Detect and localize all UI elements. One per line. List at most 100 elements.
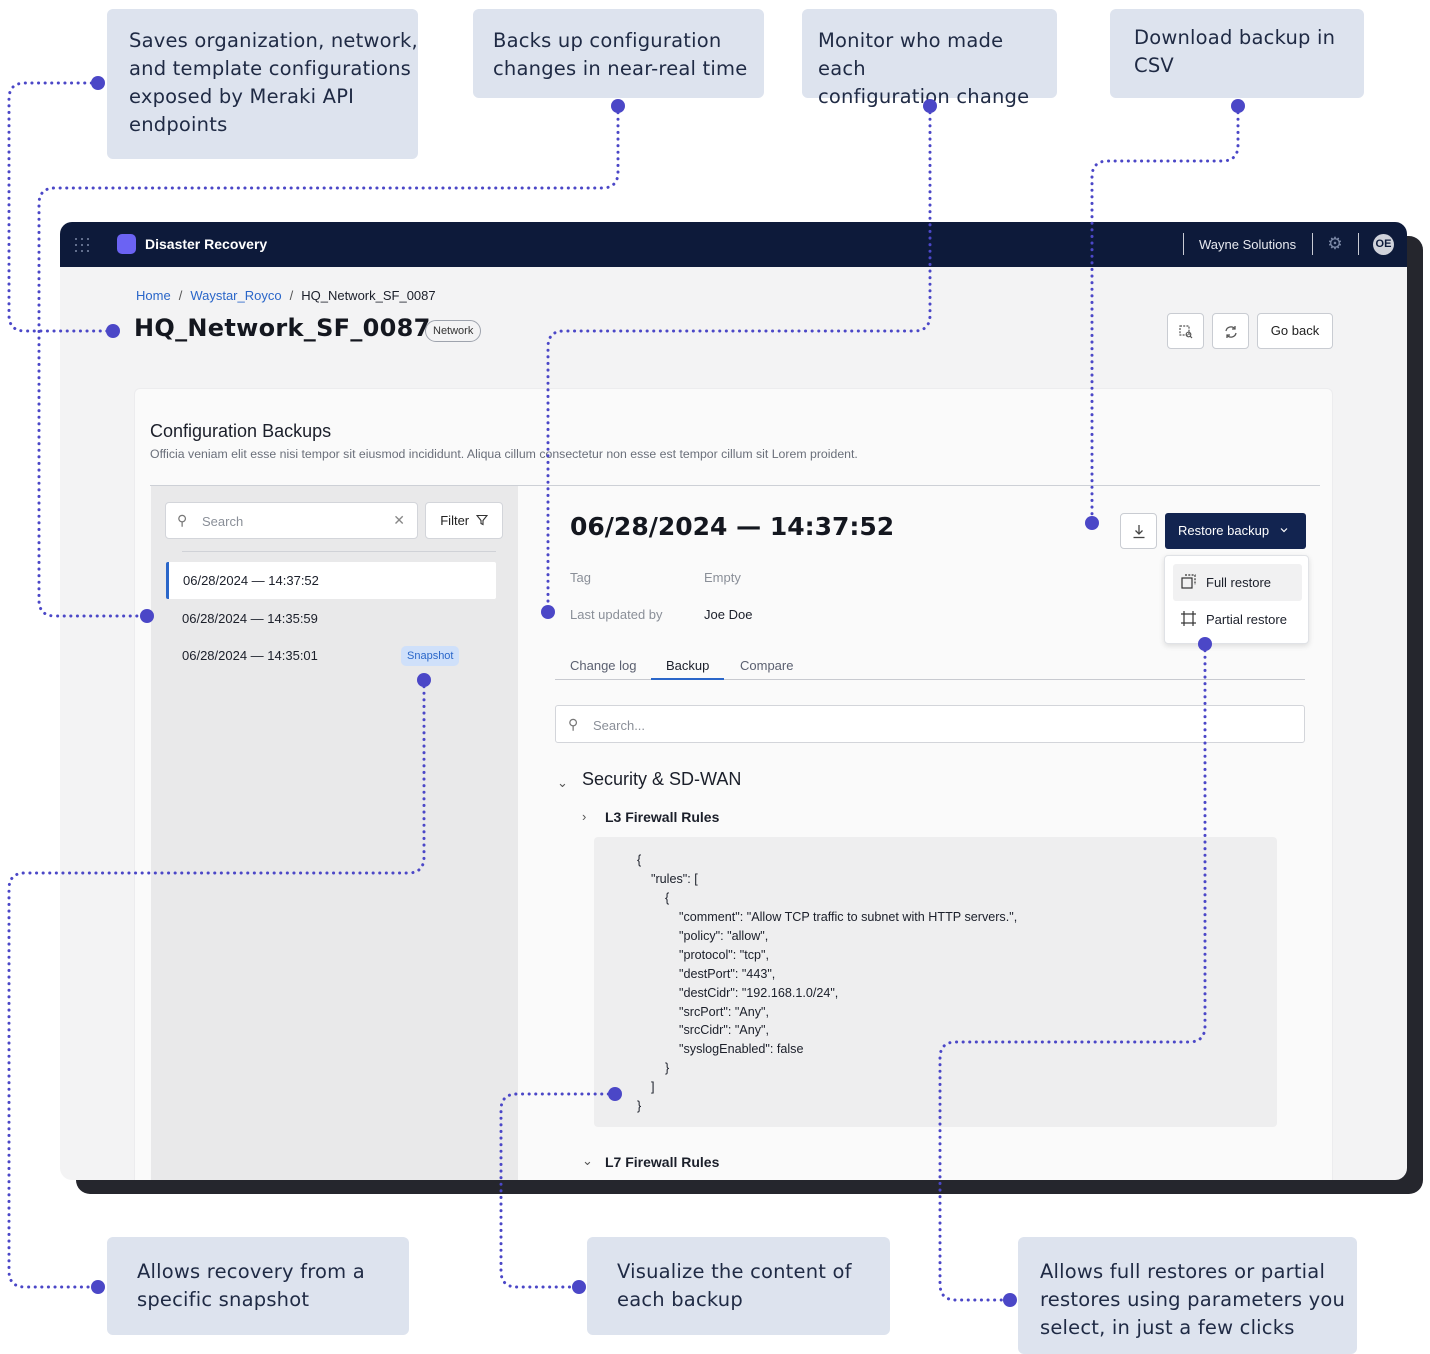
code-line: "policy": "allow", bbox=[679, 929, 769, 943]
code-line: ] bbox=[651, 1080, 655, 1094]
callout-text: Monitor who made each bbox=[818, 29, 1004, 80]
callout-download-csv: Download backup in CSV bbox=[1110, 9, 1364, 98]
divider bbox=[1312, 233, 1313, 255]
network-badge: Network bbox=[425, 320, 482, 342]
full-restore-menu-item[interactable]: Full restore bbox=[1173, 564, 1302, 601]
last-updated-value: Joe Doe bbox=[704, 607, 753, 622]
partial-restore-menu-item[interactable]: Partial restore bbox=[1173, 601, 1302, 638]
callout-text: select, in just a few clicks bbox=[1040, 1316, 1295, 1339]
chevron-down-icon[interactable]: ⌄ bbox=[582, 1153, 593, 1169]
chevron-right-icon[interactable]: › bbox=[582, 809, 586, 824]
inspect-button[interactable] bbox=[1167, 313, 1204, 349]
l3-firewall-rules-title[interactable]: L3 Firewall Rules bbox=[605, 809, 719, 825]
code-line: { bbox=[665, 891, 670, 905]
chevron-down-icon[interactable]: ⌄ bbox=[557, 775, 568, 791]
callout-text: configuration change bbox=[818, 85, 1030, 108]
callout-visualize-backup: Visualize the content of each backup bbox=[587, 1237, 890, 1335]
organization-switcher[interactable]: Wayne Solutions bbox=[1199, 237, 1296, 252]
connector-dot bbox=[572, 1280, 586, 1294]
restore-backup-button[interactable]: Restore backup bbox=[1165, 513, 1306, 549]
top-bar: Disaster Recovery Wayne Solutions ⚙ OE bbox=[60, 222, 1407, 267]
callout-near-real-time: Backs up configuration changes in near-r… bbox=[473, 9, 764, 98]
code-line: "destCidr": "192.168.1.0/24", bbox=[679, 986, 839, 1000]
callout-text: Saves organization, network, bbox=[129, 29, 418, 52]
connector-dot bbox=[1003, 1293, 1017, 1307]
download-icon bbox=[1133, 524, 1144, 538]
callout-text: restores using parameters you bbox=[1040, 1288, 1346, 1311]
tab-compare[interactable]: Compare bbox=[740, 658, 793, 673]
code-line: "protocol": "tcp", bbox=[679, 948, 769, 962]
connector-dot bbox=[1231, 99, 1245, 113]
app-window: Disaster Recovery Wayne Solutions ⚙ OE H… bbox=[60, 222, 1407, 1180]
avatar[interactable]: OE bbox=[1373, 234, 1394, 255]
code-line: "srcCidr": "Any", bbox=[679, 1023, 769, 1037]
inspect-icon bbox=[1178, 325, 1192, 339]
divider bbox=[1358, 233, 1359, 255]
callout-text: Allows recovery from a bbox=[137, 1260, 365, 1283]
callout-text: Allows full restores or partial bbox=[1040, 1260, 1326, 1283]
refresh-icon bbox=[1224, 326, 1237, 339]
restore-dropdown-menu: Full restore Partial restore bbox=[1164, 555, 1309, 644]
download-button[interactable] bbox=[1120, 513, 1157, 549]
backup-search-input[interactable]: ⚲ Search ✕ bbox=[165, 502, 418, 539]
full-restore-label: Full restore bbox=[1206, 575, 1272, 590]
restore-label: Restore backup bbox=[1178, 523, 1270, 538]
backup-title: 06/28/2024 — 14:37:52 bbox=[570, 512, 895, 541]
backup-list-panel: ⚲ Search ✕ Filter 06/28/2024 — 14:37:52 … bbox=[151, 486, 518, 1180]
list-item[interactable]: 06/28/2024 — 14:35:59 bbox=[166, 600, 496, 637]
callout-text: changes in near-real time bbox=[493, 57, 748, 80]
callout-text: CSV bbox=[1134, 54, 1174, 77]
breadcrumb: Home / Waystar_Royco / HQ_Network_SF_0087 bbox=[136, 288, 436, 303]
breadcrumb-org[interactable]: Waystar_Royco bbox=[190, 288, 281, 303]
callout-text: Download backup in bbox=[1134, 26, 1336, 49]
search-placeholder: Search... bbox=[593, 718, 646, 733]
snapshot-badge: Snapshot bbox=[401, 646, 460, 666]
callout-text: and template configurations bbox=[129, 57, 412, 80]
configuration-backups-card: Configuration Backups Officia veniam eli… bbox=[134, 388, 1333, 1180]
filter-button[interactable]: Filter bbox=[425, 502, 503, 539]
filter-label: Filter bbox=[440, 513, 470, 528]
divider bbox=[1183, 233, 1184, 255]
callout-snapshot-recovery: Allows recovery from a specific snapshot bbox=[107, 1237, 409, 1335]
tab-change-log[interactable]: Change log bbox=[570, 658, 637, 673]
search-icon: ⚲ bbox=[177, 512, 188, 528]
list-item[interactable]: 06/28/2024 — 14:37:52 bbox=[166, 562, 496, 599]
callout-text: specific snapshot bbox=[137, 1288, 310, 1311]
filter-icon bbox=[475, 514, 488, 526]
tag-value: Empty bbox=[704, 570, 741, 585]
callout-text: exposed by Meraki API bbox=[129, 85, 355, 108]
callout-saves-configurations: Saves organization, network, and templat… bbox=[107, 9, 418, 159]
callout-text: endpoints bbox=[129, 113, 228, 136]
connector-dot bbox=[91, 1280, 105, 1294]
card-description: Officia veniam elit esse nisi tempor sit… bbox=[150, 447, 858, 461]
l7-firewall-rules-title[interactable]: L7 Firewall Rules bbox=[605, 1154, 719, 1170]
partial-restore-label: Partial restore bbox=[1206, 612, 1287, 627]
callout-monitor-changes: Monitor who made each configuration chan… bbox=[802, 9, 1057, 108]
tab-backup[interactable]: Backup bbox=[666, 658, 709, 673]
section-title[interactable]: Security & SD-WAN bbox=[582, 769, 741, 790]
code-line: "destPort": "443", bbox=[679, 967, 776, 981]
backup-content-search-input[interactable]: ⚲ Search... bbox=[555, 705, 1305, 743]
callout-text: Backs up configuration bbox=[493, 29, 722, 52]
code-line: "rules": [ bbox=[651, 872, 698, 886]
apps-grid-icon[interactable] bbox=[74, 237, 90, 253]
code-line: { bbox=[637, 853, 642, 867]
search-placeholder: Search bbox=[202, 514, 244, 529]
breadcrumb-home[interactable]: Home bbox=[136, 288, 171, 303]
page-title: HQ_Network_SF_0087 bbox=[134, 314, 431, 342]
breadcrumb-separator: / bbox=[178, 288, 183, 303]
partial-restore-icon bbox=[1181, 611, 1196, 626]
clear-icon[interactable]: ✕ bbox=[393, 512, 405, 529]
go-back-button[interactable]: Go back bbox=[1257, 313, 1333, 349]
chevron-down-icon bbox=[1280, 528, 1288, 533]
active-tab-indicator bbox=[651, 678, 724, 680]
full-restore-icon bbox=[1181, 574, 1196, 589]
gear-icon[interactable]: ⚙ bbox=[1326, 235, 1344, 253]
connector-dot bbox=[91, 76, 105, 90]
code-line: } bbox=[665, 1061, 670, 1075]
code-line: "srcPort": "Any", bbox=[679, 1005, 769, 1019]
code-line: } bbox=[637, 1099, 642, 1113]
code-block: { "rules": [ { "comment": "Allow TCP tra… bbox=[594, 837, 1277, 1127]
search-icon: ⚲ bbox=[568, 716, 579, 732]
refresh-button[interactable] bbox=[1212, 313, 1249, 349]
